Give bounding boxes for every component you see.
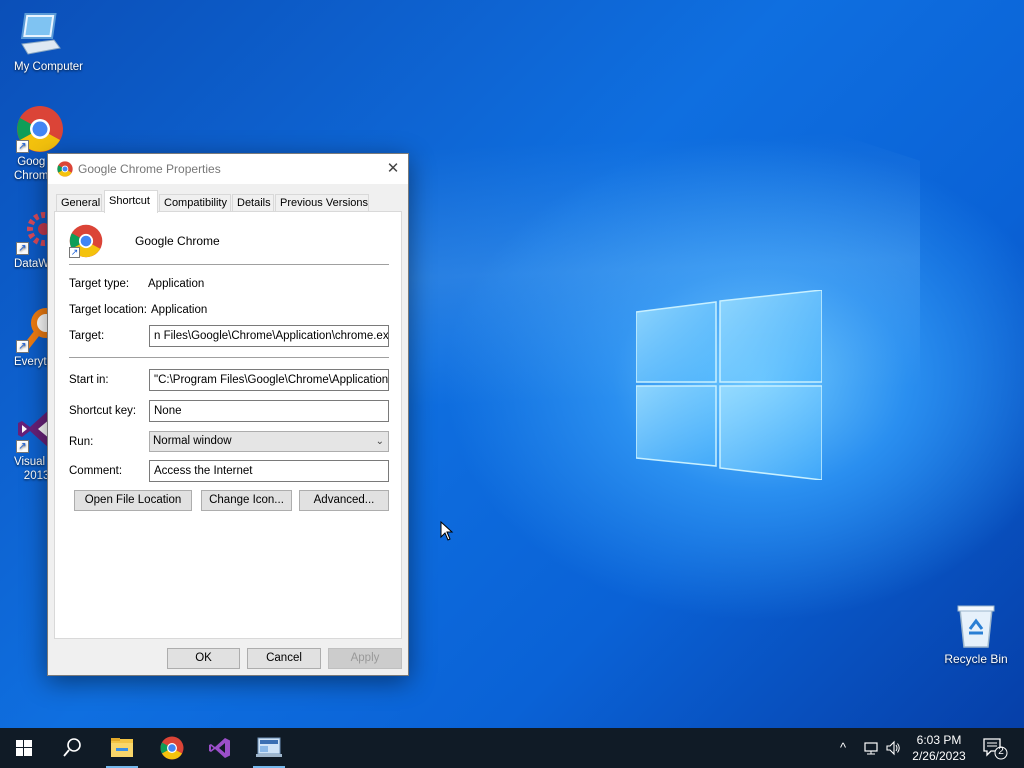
desktop-icon-label: My Computer	[14, 61, 84, 73]
search-icon	[63, 738, 81, 757]
notification-count-badge: 2	[998, 746, 1004, 757]
dialog-title: Google Chrome Properties	[78, 162, 221, 176]
windows-start-icon	[16, 740, 32, 756]
system-clock[interactable]: 6:03 PM 2/26/2023	[904, 732, 974, 764]
run-dropdown-value: Normal window	[153, 435, 232, 447]
ok-button[interactable]: OK	[167, 648, 240, 669]
shortcut-key-label: Shortcut key:	[69, 405, 137, 417]
shortcut-name: Google Chrome	[135, 234, 220, 248]
run-dropdown[interactable]: Normal window ⌄	[149, 431, 389, 452]
clock-date: 2/26/2023	[912, 749, 966, 763]
close-icon[interactable]: ✕	[378, 154, 408, 184]
search-button[interactable]	[48, 728, 96, 768]
shortcut-app-icon: ↗	[69, 224, 103, 258]
chrome-icon	[57, 161, 73, 177]
desktop-icon-recycle-bin[interactable]: Recycle Bin	[940, 603, 1012, 666]
shortcut-tab-panel: ↗ Google Chrome Target type: Application…	[54, 211, 402, 639]
chevron-down-icon: ⌄	[375, 436, 384, 447]
desktop-icon-my-computer[interactable]: My Computer	[0, 10, 83, 73]
start-in-field[interactable]: "C:\Program Files\Google\Chrome\Applicat…	[149, 369, 389, 391]
change-icon-button[interactable]: Change Icon...	[201, 490, 292, 511]
desktop: My Computer ↗ Goog Chrom ↗ DataWag ↗ Eve…	[0, 0, 1024, 728]
taskbar-file-explorer[interactable]	[98, 728, 146, 768]
clock-time: 6:03 PM	[916, 733, 962, 747]
target-field[interactable]: n Files\Google\Chrome\Application\chrome…	[149, 325, 389, 347]
start-button[interactable]	[0, 728, 48, 768]
target-label: Target:	[69, 330, 105, 342]
tray-overflow-chevron[interactable]: ^	[840, 740, 846, 755]
shortcut-arrow-icon: ↗	[16, 140, 29, 153]
shortcut-arrow-icon: ↗	[69, 247, 80, 258]
taskbar: ^ 6:03 PM 2/26/2023 2	[0, 728, 1024, 768]
shortcut-arrow-icon: ↗	[16, 440, 29, 453]
comment-field[interactable]: Access the Internet	[149, 460, 389, 482]
target-type-value: Application	[148, 278, 205, 290]
computer-icon	[20, 13, 61, 55]
divider	[69, 264, 389, 265]
target-type-label: Target type:	[69, 278, 130, 290]
shortcut-arrow-icon: ↗	[16, 340, 29, 353]
cancel-button[interactable]: Cancel	[247, 648, 321, 669]
desktop-icon-label: Recycle Bin	[944, 652, 1008, 666]
tab-compatibility[interactable]: Compatibility	[159, 194, 231, 212]
taskbar-chrome[interactable]	[148, 728, 196, 768]
chrome-icon	[160, 736, 184, 760]
visual-studio-icon	[209, 738, 230, 758]
dialog-titlebar[interactable]: Google Chrome Properties ✕	[48, 154, 408, 184]
network-icon[interactable]	[863, 740, 879, 756]
properties-dialog: Google Chrome Properties ✕ General Short…	[47, 153, 409, 676]
run-label: Run:	[69, 436, 94, 448]
windows-logo-wallpaper	[636, 290, 822, 480]
tab-shortcut[interactable]: Shortcut	[104, 190, 158, 213]
taskbar-control-panel[interactable]	[245, 728, 293, 768]
tab-details[interactable]: Details	[232, 194, 274, 212]
mouse-pointer-icon	[440, 521, 454, 541]
tab-general[interactable]: General	[56, 194, 102, 212]
taskbar-visual-studio[interactable]	[196, 728, 244, 768]
desktop-icon-label: Goog Chrom	[14, 156, 49, 182]
folder-icon	[111, 738, 133, 757]
start-in-label: Start in:	[69, 374, 109, 386]
shortcut-arrow-icon: ↗	[16, 242, 29, 255]
recycle-bin-icon	[957, 605, 995, 648]
desktop-icon-google-chrome[interactable]: ↗ Goog Chrom	[0, 105, 80, 182]
divider	[69, 357, 389, 358]
advanced-button[interactable]: Advanced...	[299, 490, 389, 511]
tab-previous-versions[interactable]: Previous Versions	[275, 194, 369, 212]
notification-center-button[interactable]: 2	[980, 736, 1008, 760]
shortcut-key-field[interactable]: None	[149, 400, 389, 422]
comment-label: Comment:	[69, 465, 123, 477]
open-file-location-button[interactable]: Open File Location	[74, 490, 192, 511]
target-location-value: Application	[151, 304, 208, 316]
volume-icon[interactable]	[885, 740, 901, 756]
apply-button[interactable]: Apply	[328, 648, 402, 669]
target-location-label: Target location:	[69, 304, 147, 316]
control-panel-icon	[256, 737, 282, 757]
